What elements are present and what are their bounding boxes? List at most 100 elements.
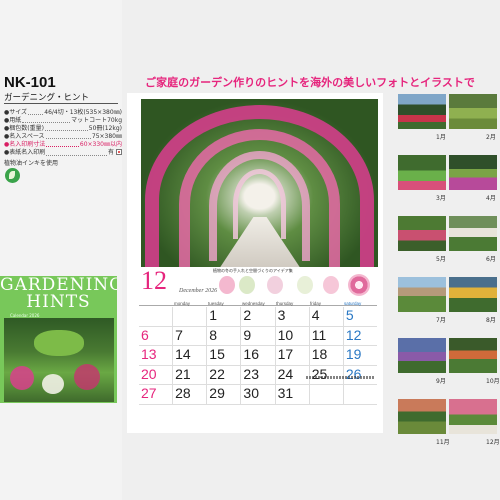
spec-value: 60×330㎜以内 bbox=[79, 141, 122, 149]
thumbnail-label: 9月 bbox=[436, 378, 446, 385]
thumbnail-label: 7月 bbox=[436, 317, 446, 324]
day-cell: 23 bbox=[241, 365, 276, 385]
spec-label: ●サイズ bbox=[4, 109, 28, 116]
illustration-icon bbox=[323, 276, 339, 294]
flower-illustration-icon bbox=[348, 274, 370, 296]
day-cell: 10 bbox=[275, 326, 310, 346]
calendar-grid: monday tuesday wednesday thursday friday… bbox=[139, 301, 377, 405]
day-cell: 31 bbox=[275, 385, 310, 405]
day-cell bbox=[343, 385, 377, 405]
thumbnail-row: 1月 2月 bbox=[398, 94, 500, 155]
thumbnail-row: 9月 10月 bbox=[398, 338, 500, 399]
ink-note: 植物油インキを使用 bbox=[4, 160, 59, 167]
thumbnail-row: 3月 4月 bbox=[398, 155, 500, 216]
week-row: 6 7 8 9 10 11 12 bbox=[139, 326, 377, 346]
rose-arch-photo bbox=[141, 99, 378, 267]
day-cell: 21 bbox=[173, 365, 208, 385]
day-cell: 17 bbox=[275, 346, 310, 366]
week-row: 13 14 15 16 17 18 19 bbox=[139, 346, 377, 366]
product-name: ガーデニング・ヒント bbox=[4, 93, 90, 103]
day-cell: 20 bbox=[139, 365, 174, 385]
thumbnail-label: 6月 bbox=[486, 256, 496, 263]
illustration-icon bbox=[239, 276, 255, 294]
day-cell: 7 bbox=[173, 326, 208, 346]
cover-title-line2: HINTS bbox=[26, 292, 91, 312]
day-cell: 12 bbox=[343, 327, 377, 346]
thumbnail-row: 7月 8月 bbox=[398, 277, 500, 338]
day-cell: 30 bbox=[241, 385, 276, 405]
spec-value: 46/4切・13枚(535×380㎜) bbox=[44, 109, 122, 116]
thumbnail-label: 12月 bbox=[486, 439, 500, 446]
tip-title: 植物の冬の手入れと空間づくりのアイデア集 bbox=[213, 268, 293, 273]
thumbnail-label: 1月 bbox=[436, 134, 446, 141]
spec-value: 有 bbox=[107, 149, 114, 157]
weekday-label: wednesday bbox=[242, 301, 265, 306]
thumbnail-label: 11月 bbox=[436, 439, 450, 446]
day-cell bbox=[309, 385, 344, 405]
day-cell: 13 bbox=[139, 346, 174, 366]
week-row: 1 2 3 4 5 bbox=[139, 307, 377, 327]
day-cell: 24 bbox=[275, 365, 310, 385]
day-cell: 5 bbox=[343, 307, 377, 327]
month-name: December 2026 bbox=[179, 288, 218, 294]
thumbnail-label: 3月 bbox=[436, 195, 446, 202]
spec-list: ●サイズ 46/4切・13枚(535×380㎜) ●用紙 マットコート70kg ●梱… bbox=[4, 109, 122, 158]
spec-row: ●表紙名入印刷 有 bbox=[4, 149, 122, 157]
month-thumbnail bbox=[449, 338, 497, 373]
japan-flag-icon bbox=[116, 149, 122, 156]
illustration-icon bbox=[267, 276, 283, 294]
weekday-label: thursday bbox=[276, 301, 294, 306]
illustration-icon bbox=[219, 276, 235, 294]
month-thumbnail bbox=[398, 216, 446, 251]
month-thumbnail bbox=[398, 399, 446, 434]
thumbnail-label: 2月 bbox=[486, 134, 496, 141]
month-thumbnail bbox=[398, 338, 446, 373]
weekday-header: monday tuesday wednesday thursday friday… bbox=[139, 301, 377, 306]
calendar-cover: GARDENING HINTS Calendar 2026 bbox=[0, 276, 117, 403]
product-code: NK-101 bbox=[4, 74, 56, 91]
thumbnail-label: 8月 bbox=[486, 317, 496, 324]
day-cell bbox=[139, 307, 174, 327]
day-cell: 15 bbox=[207, 346, 242, 366]
weekday-label-sunday bbox=[139, 301, 173, 305]
month-thumbnail bbox=[398, 94, 446, 129]
day-cell: 29 bbox=[207, 385, 242, 405]
day-cell: 16 bbox=[241, 346, 276, 366]
day-cell: 28 bbox=[173, 385, 208, 405]
month-thumbnail bbox=[449, 277, 497, 312]
weekday-label: tuesday bbox=[208, 301, 224, 306]
product-info-panel: NK-101 ガーデニング・ヒント ●サイズ 46/4切・13枚(535×380㎜… bbox=[0, 0, 122, 500]
spec-row: ●用紙 マットコート70kg bbox=[4, 117, 122, 125]
spec-label: ●用紙 bbox=[4, 117, 22, 125]
day-cell: 9 bbox=[241, 326, 276, 346]
day-cell: 11 bbox=[309, 326, 344, 346]
month-number: 12 bbox=[141, 266, 167, 295]
cover-garden-photo bbox=[4, 318, 114, 402]
day-cell: 6 bbox=[139, 326, 174, 346]
weekday-label: friday bbox=[310, 301, 322, 306]
headline: ご家庭のガーデン作りのヒントを海外の美しいフォトとイラストで bbox=[145, 76, 475, 89]
day-cell: 1 bbox=[207, 307, 242, 327]
day-cell: 4 bbox=[309, 307, 344, 327]
day-cell bbox=[173, 307, 208, 327]
thumbnail-label: 10月 bbox=[486, 378, 500, 385]
monthly-thumbnails: 1月 2月 3月 4月 5月 6月 7月 8月 9月 10月 11月 12月 bbox=[398, 94, 500, 460]
vegetable-oil-ink-icon bbox=[5, 168, 20, 183]
spec-value: マットコート70kg bbox=[71, 117, 122, 125]
spec-label: ●表紙名入印刷 bbox=[4, 149, 46, 157]
thumbnail-label: 4月 bbox=[486, 195, 496, 202]
month-thumbnail bbox=[449, 399, 497, 434]
gardening-tip-box: 植物の冬の手入れと空間づくりのアイデア集 bbox=[213, 268, 343, 298]
month-thumbnail bbox=[398, 277, 446, 312]
weekday-label: saturday bbox=[344, 301, 362, 306]
day-cell: 3 bbox=[275, 307, 310, 327]
title-divider bbox=[4, 103, 118, 104]
spec-value: 50冊(12kg) bbox=[88, 125, 122, 133]
day-cell: 22 bbox=[207, 365, 242, 385]
day-cell: 8 bbox=[207, 326, 242, 346]
illustration-icon bbox=[297, 276, 313, 294]
spec-row: ●サイズ 46/4切・13枚(535×380㎜) bbox=[4, 109, 122, 117]
publisher-mark bbox=[306, 376, 374, 379]
day-cell: 19 bbox=[343, 346, 377, 366]
week-row: 27 28 29 30 31 bbox=[139, 385, 377, 405]
